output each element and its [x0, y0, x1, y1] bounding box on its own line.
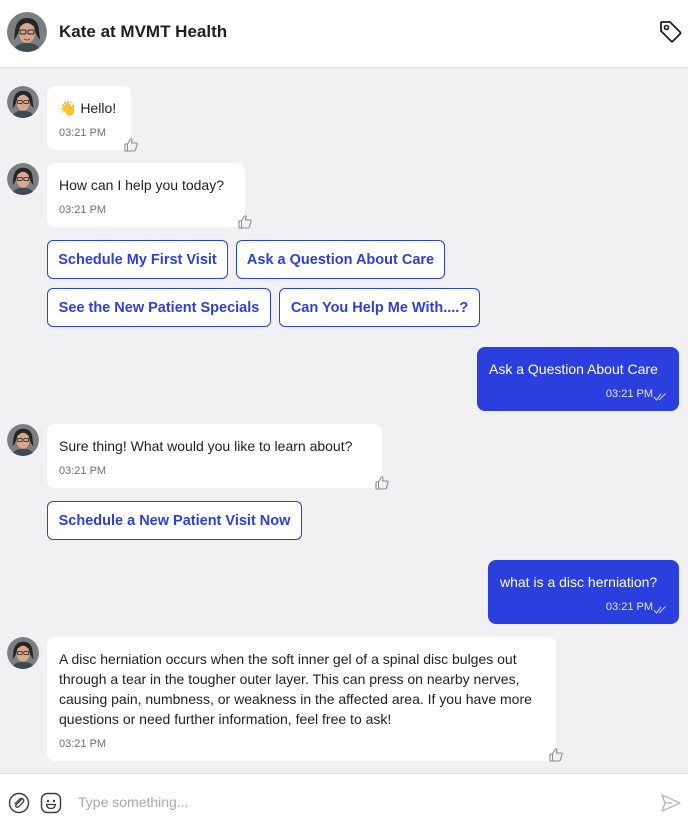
emoji-icon[interactable] [40, 792, 62, 814]
message-composer [0, 773, 688, 826]
message-time: 03:21 PM [59, 204, 107, 216]
agent-message: How can I help you today? 03:21 PM [47, 163, 252, 229]
chat-header: Kate at MVMT Health [0, 0, 688, 68]
message-text: what is a disc herniation? [500, 574, 658, 590]
message-time: 03:21 PM [59, 738, 107, 750]
thumbs-up-icon[interactable] [123, 137, 139, 153]
thumbs-up-icon[interactable] [548, 747, 564, 763]
message-input[interactable] [78, 790, 638, 814]
agent-avatar [7, 163, 39, 195]
message-text: Sure thing! What would you like to learn… [59, 438, 353, 454]
message-text: Ask a Question About Care [489, 361, 658, 377]
message-time: 03:21 PM [605, 388, 653, 400]
agent-avatar [7, 86, 39, 118]
quick-reply-button[interactable]: Schedule a New Patient Visit Now [47, 501, 302, 540]
message-time: 03:21 PM [59, 127, 107, 139]
agent-avatar [7, 12, 47, 52]
attachment-icon[interactable] [8, 792, 30, 814]
quick-reply-button[interactable]: Can You Help Me With....? [279, 288, 480, 327]
message-text: A disc herniation occurs when the soft i… [59, 651, 532, 727]
tag-icon[interactable] [657, 18, 683, 44]
user-message: what is a disc herniation? 03:21 PM [488, 560, 679, 624]
user-message: Ask a Question About Care 03:21 PM [477, 347, 679, 411]
read-receipt-icon [653, 387, 667, 401]
read-receipt-icon [653, 600, 667, 614]
agent-message: 👋 Hello! 03:21 PM [47, 86, 138, 152]
message-time: 03:21 PM [605, 601, 653, 613]
quick-reply-button[interactable]: Ask a Question About Care [236, 240, 445, 279]
message-text: 👋 Hello! [59, 100, 117, 116]
send-icon[interactable] [659, 791, 681, 813]
quick-reply-button[interactable]: Schedule My First Visit [47, 240, 228, 279]
quick-reply-button[interactable]: See the New Patient Specials [47, 288, 271, 327]
agent-avatar [7, 637, 39, 669]
message-text: How can I help you today? [59, 177, 224, 193]
thumbs-up-icon[interactable] [237, 214, 253, 230]
agent-message: Sure thing! What would you like to learn… [47, 424, 389, 490]
chat-title: Kate at MVMT Health [59, 22, 228, 41]
thumbs-up-icon[interactable] [374, 475, 390, 491]
message-time: 03:21 PM [59, 465, 107, 477]
agent-message: A disc herniation occurs when the soft i… [47, 637, 563, 762]
agent-avatar [7, 424, 39, 456]
